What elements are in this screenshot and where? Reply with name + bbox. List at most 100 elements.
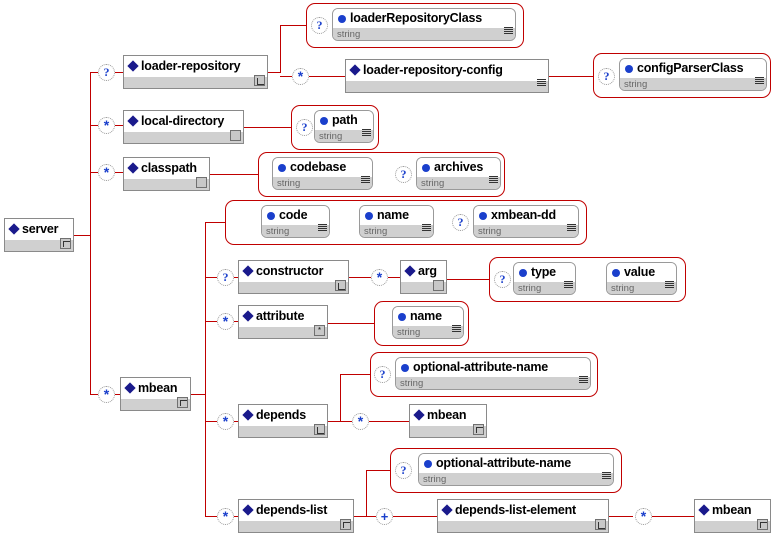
mixed-content-badge-icon[interactable]: *	[314, 325, 325, 336]
attr-type[interactable]: type string	[513, 262, 576, 295]
connector-line	[268, 72, 280, 73]
occurrence-marker-optional[interactable]: ?	[395, 166, 412, 183]
connector-line	[609, 516, 633, 517]
recursive-badge-icon[interactable]	[177, 397, 188, 408]
occurrence-marker-optional[interactable]: ?	[374, 366, 391, 383]
simple-type-lines-icon	[665, 281, 674, 291]
attr-configParserClass[interactable]: configParserClass string	[619, 58, 767, 91]
node-loader-repository-config-header: loader-repository-config	[346, 60, 548, 80]
node-mbean-header: mbean	[121, 378, 190, 398]
node-depends-mbean[interactable]: mbean	[409, 404, 487, 438]
node-loader-repository-config[interactable]: loader-repository-config	[345, 59, 549, 93]
occurrence-marker-zero-or-more[interactable]: *	[635, 508, 652, 525]
attribute-bullet-icon	[625, 64, 633, 73]
occurrence-marker-optional[interactable]: ?	[598, 68, 615, 85]
attr-xmbean-dd[interactable]: xmbean-dd string	[473, 205, 579, 238]
sequence-badge-icon[interactable]	[254, 75, 265, 86]
node-classpath-header: classpath	[124, 158, 209, 178]
occurrence-marker-optional[interactable]: ?	[452, 214, 469, 231]
attr-code-label: code	[279, 208, 308, 222]
element-diamond-icon	[404, 265, 416, 277]
occurrence-marker-zero-or-more[interactable]: *	[371, 269, 388, 286]
attr-loaderRepositoryClass-type-row: string	[333, 28, 515, 40]
occurrence-marker-zero-or-more[interactable]: *	[352, 413, 369, 430]
node-loader-repository-label: loader-repository	[141, 58, 241, 73]
attr-name-attribute[interactable]: name string	[392, 306, 464, 339]
attr-code[interactable]: code string	[261, 205, 330, 238]
node-depends-list-element-mbean-header: mbean	[695, 500, 770, 520]
attr-depends-list-optional-attribute-name[interactable]: optional-attribute-name string	[418, 453, 614, 486]
occurrence-marker-optional[interactable]: ?	[296, 119, 313, 136]
occurrence-marker-zero-or-more[interactable]: *	[98, 117, 115, 134]
occurrence-marker-zero-or-more[interactable]: *	[292, 68, 309, 85]
connector-line	[366, 470, 390, 471]
node-depends-list-element[interactable]: depends-list-element	[437, 499, 609, 533]
node-constructor-header: constructor	[239, 261, 348, 281]
attribute-bullet-icon	[278, 163, 286, 172]
attr-loaderRepositoryClass-header: loaderRepositoryClass	[333, 9, 515, 28]
recursive-badge-icon[interactable]	[473, 424, 484, 435]
connector-line	[393, 516, 437, 517]
attr-path-type: string	[319, 130, 343, 142]
occurrence-marker-zero-or-more[interactable]: *	[217, 413, 234, 430]
node-depends-header: depends	[239, 405, 327, 425]
node-classpath[interactable]: classpath	[123, 157, 210, 191]
connector-line	[205, 421, 217, 422]
attr-value[interactable]: value string	[606, 262, 677, 295]
node-server[interactable]: server	[4, 218, 74, 252]
node-depends-list[interactable]: depends-list	[238, 499, 354, 533]
simple-type-lines-icon	[537, 79, 546, 89]
attr-name-mbean-header: name	[360, 206, 433, 225]
attr-type-type: string	[518, 282, 542, 294]
node-attribute-header: attribute	[239, 306, 327, 326]
occurrence-marker-zero-or-more[interactable]: *	[98, 164, 115, 181]
attr-codebase[interactable]: codebase string	[272, 157, 373, 190]
attr-loaderRepositoryClass-label: loaderRepositoryClass	[350, 11, 482, 25]
attr-depends-optional-attribute-name-type: string	[400, 377, 424, 389]
node-depends-list-element-label: depends-list-element	[455, 502, 577, 517]
node-depends-list-element-mbean[interactable]: mbean	[694, 499, 771, 533]
occurrence-marker-one-or-more[interactable]: +	[376, 508, 393, 525]
node-depends[interactable]: depends	[238, 404, 328, 438]
node-local-directory[interactable]: local-directory	[123, 110, 244, 144]
occurrence-marker-optional[interactable]: ?	[395, 462, 412, 479]
sequence-badge-icon[interactable]	[314, 424, 325, 435]
sequence-badge-icon[interactable]	[335, 280, 346, 291]
attr-path[interactable]: path string	[314, 110, 374, 143]
empty-content-badge-icon[interactable]	[433, 280, 444, 291]
attr-depends-optional-attribute-name[interactable]: optional-attribute-name string	[395, 357, 591, 390]
sequence-badge-icon[interactable]	[595, 519, 606, 530]
occurrence-marker-optional[interactable]: ?	[494, 271, 511, 288]
occurrence-marker-zero-or-more[interactable]: *	[217, 508, 234, 525]
recursive-badge-icon[interactable]	[60, 238, 71, 249]
attr-configParserClass-type-row: string	[620, 78, 766, 90]
recursive-badge-icon[interactable]	[757, 519, 768, 530]
attr-xmbean-dd-header: xmbean-dd	[474, 206, 578, 225]
attr-name-mbean[interactable]: name string	[359, 205, 434, 238]
node-depends-list-element-header: depends-list-element	[438, 500, 608, 520]
attr-configParserClass-label: configParserClass	[637, 61, 744, 75]
node-depends-list-element-footer	[438, 520, 608, 532]
occurrence-marker-optional[interactable]: ?	[217, 269, 234, 286]
node-arg[interactable]: arg	[400, 260, 447, 294]
connector-line	[549, 76, 593, 77]
empty-content-badge-icon[interactable]	[230, 130, 241, 141]
attr-archives-type: string	[421, 177, 445, 189]
attr-loaderRepositoryClass[interactable]: loaderRepositoryClass string	[332, 8, 516, 41]
empty-content-badge-icon[interactable]	[196, 177, 207, 188]
recursive-badge-icon[interactable]	[340, 519, 351, 530]
node-attribute[interactable]: attribute *	[238, 305, 328, 339]
node-depends-label: depends	[256, 407, 306, 422]
element-diamond-icon	[127, 162, 139, 174]
node-constructor[interactable]: constructor	[238, 260, 349, 294]
connector-line	[328, 323, 374, 324]
node-mbean[interactable]: mbean	[120, 377, 191, 411]
occurrence-marker-zero-or-more[interactable]: *	[217, 313, 234, 330]
attr-archives[interactable]: archives string	[416, 157, 501, 190]
node-loader-repository[interactable]: loader-repository	[123, 55, 268, 89]
attribute-bullet-icon	[479, 211, 487, 220]
connector-line	[280, 25, 281, 73]
occurrence-marker-optional[interactable]: ?	[311, 17, 328, 34]
occurrence-marker-optional[interactable]: ?	[98, 64, 115, 81]
occurrence-marker-zero-or-more[interactable]: *	[98, 386, 115, 403]
